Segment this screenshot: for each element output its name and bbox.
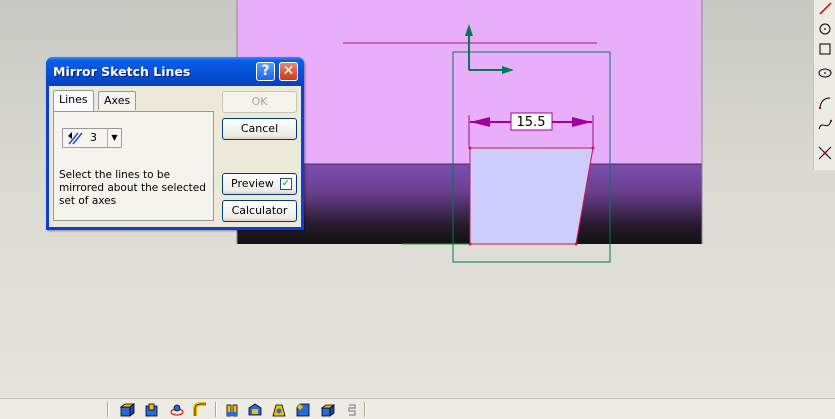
fillet-icon[interactable] [224,402,240,418]
toolbar-separator [215,402,216,417]
rectangle-icon[interactable] [816,40,834,58]
dimension-value[interactable]: 15.5 [517,115,546,130]
circle-icon[interactable] [816,20,834,38]
dialog-title: Mirror Sketch Lines [53,64,191,79]
select-lines-icon [68,132,83,145]
trim-icon[interactable] [816,144,834,162]
preview-checkbox[interactable]: ✓ [280,178,292,190]
lines-count-dropdown[interactable]: 3 ▼ [62,128,122,148]
shell-icon[interactable] [247,402,263,418]
sketch-toolbar [813,0,835,170]
tab-lines[interactable]: Lines [53,90,94,111]
cut-icon[interactable] [144,402,160,418]
sweep-icon[interactable] [192,402,208,418]
close-button[interactable]: ✕ [279,62,298,81]
mirror-sketch-lines-dialog: Mirror Sketch Lines ? ✕ Lines Axes 3 ▼ S… [46,57,304,230]
dialog-titlebar[interactable]: Mirror Sketch Lines ? ✕ [46,57,304,86]
toolbar-separator [364,402,365,417]
feature-toolbar [0,398,835,419]
help-icon: ? [261,63,270,79]
help-button[interactable]: ? [256,62,275,81]
arc-icon[interactable] [816,94,834,112]
tab-axes[interactable]: Axes [98,91,137,110]
revolve-icon[interactable] [169,402,185,418]
spline-icon[interactable] [816,116,834,134]
toolbar-separator [107,402,108,417]
draft-icon[interactable] [271,402,287,418]
ellipse-icon[interactable] [816,64,834,82]
chamfer-icon[interactable] [295,402,311,418]
close-icon: ✕ [282,63,295,79]
line-icon[interactable] [816,0,834,18]
preview-button[interactable]: Preview ✓ [222,173,297,195]
calculator-button[interactable]: Calculator [222,200,297,222]
sketch-shape[interactable] [469,147,594,245]
preview-label: Preview [231,177,274,190]
extrude-icon[interactable] [119,402,135,418]
cancel-button[interactable]: Cancel [222,118,297,140]
mirror-feature-icon[interactable] [344,402,360,418]
chevron-down-icon[interactable]: ▼ [107,129,121,147]
lines-count-value: 3 [90,131,97,144]
pattern-icon[interactable] [320,402,336,418]
lines-tab-panel: 3 ▼ Select the lines to be mirrored abou… [53,111,214,221]
dialog-client: Lines Axes 3 ▼ Select the lines to be mi… [49,86,301,227]
ok-button[interactable]: OK [222,91,297,113]
instruction-text: Select the lines to be mirrored about th… [59,169,206,207]
